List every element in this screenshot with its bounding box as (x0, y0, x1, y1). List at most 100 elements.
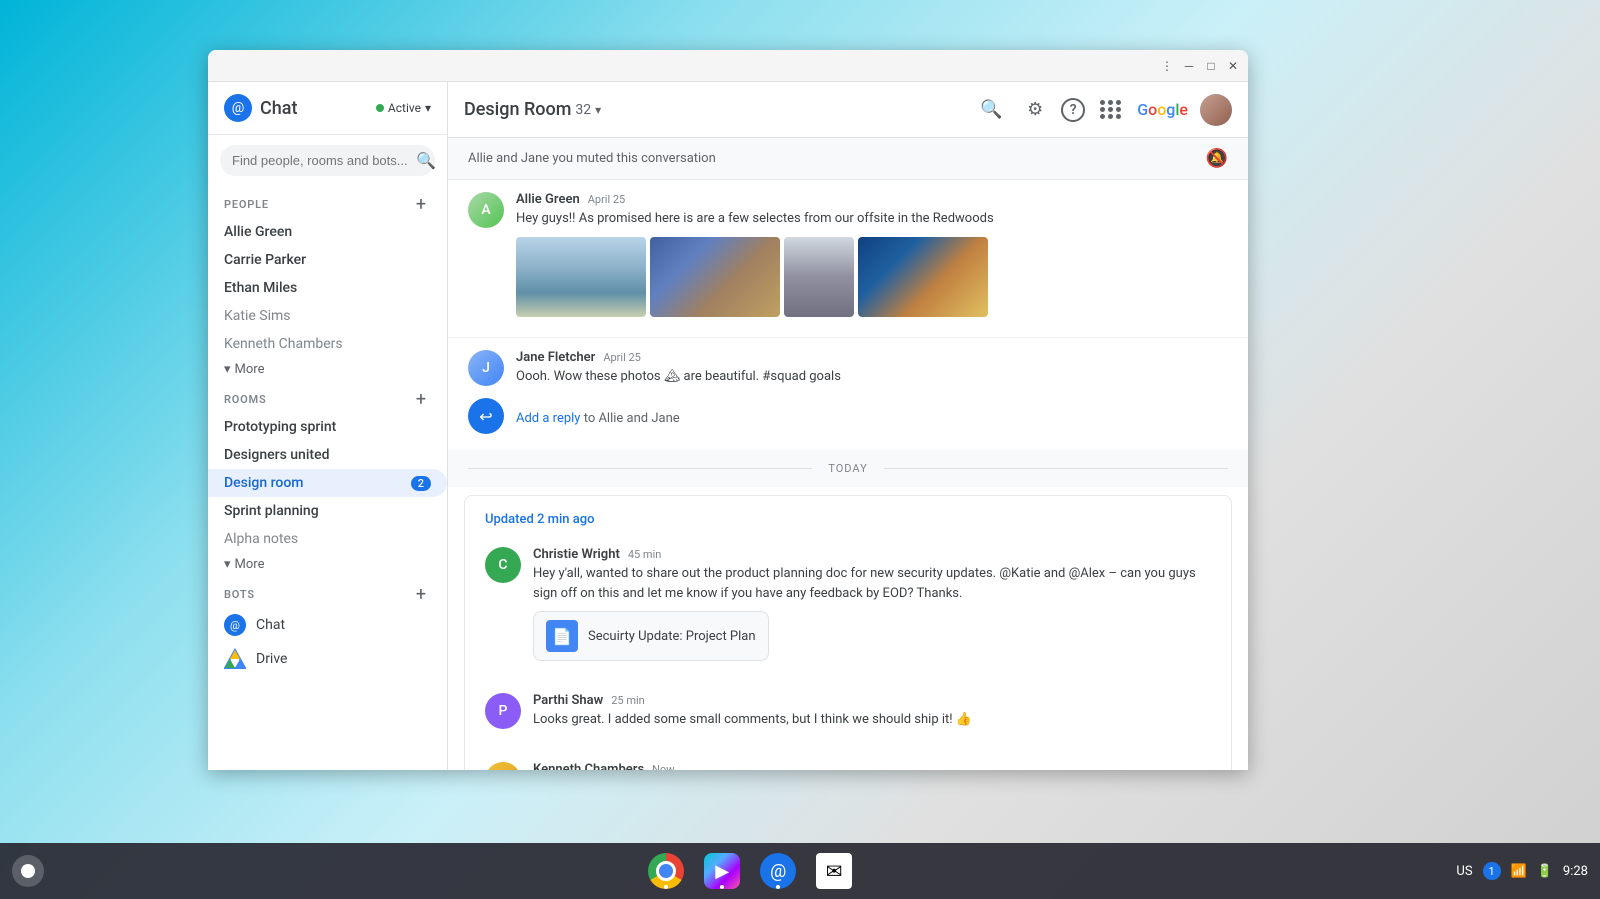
chrome-app-icon (648, 853, 684, 889)
launcher-button[interactable] (12, 855, 44, 887)
rooms-more-toggle[interactable]: ▾ More (208, 553, 447, 576)
today-divider-line-left (468, 468, 812, 469)
sidebar-item-prototyping-sprint[interactable]: Prototyping sprint (208, 413, 447, 441)
design-room-badge: 2 (411, 476, 431, 491)
timestamp-christie: 45 min (628, 548, 662, 561)
sender-parthi: Parthi Shaw (533, 693, 603, 708)
help-button[interactable]: ? (1061, 98, 1085, 122)
clock: 9:28 (1563, 864, 1588, 879)
sidebar-item-kenneth-chambers[interactable]: Kenneth Chambers (208, 330, 447, 358)
today-label: TODAY (812, 462, 883, 475)
chat-bot-icon: @ (224, 614, 246, 636)
sidebar-item-chat-bot[interactable]: @ Chat (208, 608, 447, 642)
play-app-icon: ▶ (704, 853, 740, 889)
avatar-christie: C (485, 547, 521, 583)
sidebar-item-drive-bot[interactable]: Drive (208, 642, 447, 676)
alpha-notes-label: Alpha notes (224, 531, 298, 547)
taskbar-play-icon[interactable]: ▶ (702, 851, 742, 891)
message-header-jane: Jane Fletcher April 25 (516, 350, 1228, 365)
taskbar-chat-icon[interactable]: @ (758, 851, 798, 891)
reply-link[interactable]: Add a reply to Allie and Jane (516, 407, 680, 426)
message-header-kenneth: Kenneth Chambers Now (533, 762, 1211, 771)
search-input[interactable] (232, 153, 408, 168)
messages-area[interactable]: Allie and Jane you muted this conversati… (448, 138, 1248, 770)
drive-bot-label: Drive (256, 651, 287, 667)
add-bot-button[interactable]: + (411, 584, 431, 604)
timestamp-jane: April 25 (603, 351, 641, 364)
photo-1[interactable] (516, 237, 646, 317)
people-more-label: More (235, 362, 265, 377)
rooms-section-title: ROOMS (224, 393, 267, 406)
sidebar-item-allie-green[interactable]: Allie Green (208, 218, 447, 246)
sender-christie: Christie Wright (533, 547, 620, 562)
photo-4[interactable] (858, 237, 988, 317)
sidebar-item-sprint-planning[interactable]: Sprint planning (208, 497, 447, 525)
top-toolbar: Design Room 32 ▾ 🔍 ⚙ ? (448, 82, 1248, 138)
message-group-jane: J Jane Fletcher April 25 Oooh. Wow these… (448, 338, 1248, 451)
active-dot-icon (376, 104, 384, 112)
photo-2[interactable] (650, 237, 780, 317)
settings-button[interactable]: ⚙ (1017, 92, 1053, 128)
taskbar-gmail-icon[interactable]: ✉ (814, 851, 854, 891)
more-options-icon[interactable]: ⋮ (1160, 59, 1174, 73)
google-logo: Google (1137, 100, 1188, 119)
title-bar: ⋮ ─ □ ✕ (208, 50, 1248, 82)
taskbar-chrome-icon[interactable] (646, 851, 686, 891)
avatar-allie: A (468, 192, 504, 228)
maximize-button[interactable]: □ (1204, 59, 1218, 73)
close-button[interactable]: ✕ (1226, 59, 1240, 73)
sidebar-item-katie-sims[interactable]: Katie Sims (208, 302, 447, 330)
battery-icon: 🔋 (1537, 864, 1553, 879)
today-divider: TODAY (448, 450, 1248, 487)
muted-notice: Allie and Jane you muted this conversati… (448, 138, 1248, 180)
add-room-button[interactable]: + (411, 389, 431, 409)
message-group-kenneth: K Kenneth Chambers Now •• Reviewing it n… (465, 750, 1231, 771)
message-row-parthi: P Parthi Shaw 25 min Looks great. I adde… (485, 693, 1211, 730)
today-divider-line-right (884, 468, 1228, 469)
message-content-kenneth: Kenneth Chambers Now •• Reviewing it now… (533, 762, 1211, 771)
message-content-parthi: Parthi Shaw 25 min Looks great. I added … (533, 693, 1211, 730)
message-content-allie: Allie Green April 25 Hey guys!! As promi… (516, 192, 1228, 317)
design-room-label: Design room (224, 475, 303, 491)
room-count: 32 (575, 102, 591, 118)
active-dropdown-icon: ▾ (425, 101, 431, 115)
active-status[interactable]: Active ▾ (376, 101, 431, 115)
people-section-title: PEOPLE (224, 198, 269, 211)
search-icon: 🔍 (416, 151, 436, 170)
updated-text: Updated 2 min ago (485, 512, 594, 527)
sidebar-item-ethan-miles[interactable]: Ethan Miles (208, 274, 447, 302)
room-name: Design Room (464, 99, 571, 120)
file-attachment[interactable]: 📄 Secuirty Update: Project Plan (533, 611, 769, 661)
sidebar-item-alpha-notes[interactable]: Alpha notes (208, 525, 447, 553)
sidebar-item-carrie-parker[interactable]: Carrie Parker (208, 246, 447, 274)
drive-bot-icon (224, 648, 246, 670)
bots-section-header: BOTS + (208, 576, 447, 608)
message-header-christie: Christie Wright 45 min (533, 547, 1211, 562)
reply-row: ↩ Add a reply to Allie and Jane (468, 394, 1228, 438)
kenneth-chambers-label: Kenneth Chambers (224, 336, 343, 352)
people-more-toggle[interactable]: ▾ More (208, 358, 447, 381)
search-bar[interactable]: 🔍 (220, 145, 435, 176)
carrie-parker-label: Carrie Parker (224, 252, 306, 268)
mute-icon[interactable]: 🔕 (1206, 148, 1228, 169)
sidebar-item-design-room[interactable]: Design room 2 (208, 469, 447, 497)
add-person-button[interactable]: + (411, 194, 431, 214)
message-content-christie: Christie Wright 45 min Hey y'all, wanted… (533, 547, 1211, 661)
message-text-allie: Hey guys!! As promised here is are a few… (516, 209, 1228, 229)
reply-icon[interactable]: ↩ (468, 398, 504, 434)
app-grid-button[interactable] (1093, 92, 1129, 128)
gmail-active-dot (832, 885, 836, 889)
message-text-jane: Oooh. Wow these photos 🏔 are beautiful. … (516, 367, 1228, 387)
avatar-parthi: P (485, 693, 521, 729)
sidebar-item-designers-united[interactable]: Designers united (208, 441, 447, 469)
designers-united-label: Designers united (224, 447, 329, 463)
room-dropdown-icon[interactable]: ▾ (595, 103, 601, 117)
photo-3[interactable] (784, 237, 854, 317)
chevron-down-icon: ▾ (224, 362, 231, 377)
main-window: ⋮ ─ □ ✕ @ Chat Active ▾ 🔍 (208, 50, 1248, 770)
search-button[interactable]: 🔍 (973, 92, 1009, 128)
message-text-parthi: Looks great. I added some small comments… (533, 710, 1211, 730)
gmail-app-icon: ✉ (816, 853, 852, 889)
user-avatar[interactable] (1200, 94, 1232, 126)
minimize-button[interactable]: ─ (1182, 59, 1196, 73)
